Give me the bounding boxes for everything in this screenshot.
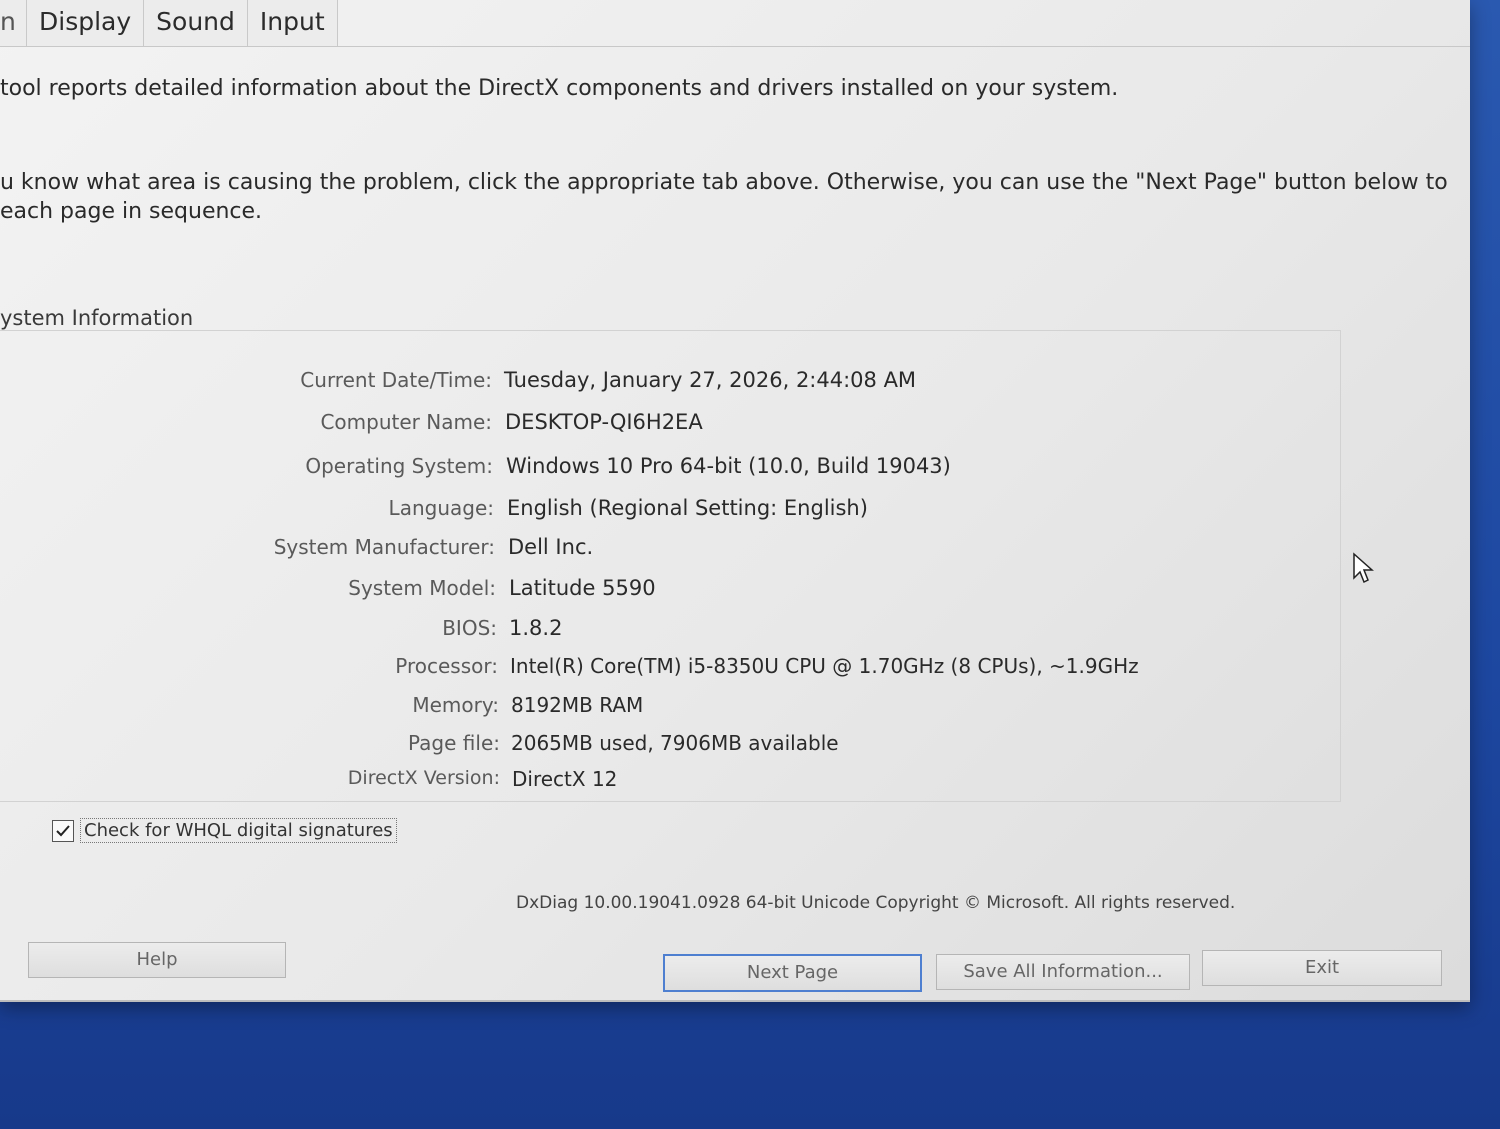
value-language: English (Regional Setting: English) — [507, 496, 868, 520]
whql-checkbox-row[interactable]: Check for WHQL digital signatures — [52, 818, 397, 843]
intro-text-line-1: tool reports detailed information about … — [0, 76, 1119, 101]
tab-divider — [0, 46, 1470, 47]
label-operating-system: Operating System: — [305, 454, 493, 478]
tab-sound[interactable]: Sound — [144, 0, 248, 46]
system-information-heading: ystem Information — [0, 306, 194, 330]
tab-bar: n Display Sound Input — [0, 0, 338, 46]
mouse-cursor-icon — [1353, 552, 1374, 584]
value-processor: Intel(R) Core(TM) i5-8350U CPU @ 1.70GHz… — [510, 654, 1139, 678]
value-operating-system: Windows 10 Pro 64-bit (10.0, Build 19043… — [506, 454, 951, 478]
value-computer-name: DESKTOP-QI6H2EA — [505, 410, 703, 434]
next-page-button[interactable]: Next Page — [663, 954, 922, 992]
dxdiag-window: n Display Sound Input tool reports detai… — [0, 0, 1470, 1002]
tab-system[interactable]: n — [0, 0, 27, 46]
value-system-model: Latitude 5590 — [509, 576, 656, 600]
label-bios: BIOS: — [442, 616, 497, 640]
label-system-manufacturer: System Manufacturer: — [273, 535, 495, 559]
whql-checkbox-label[interactable]: Check for WHQL digital signatures — [80, 818, 397, 843]
checkmark-icon — [56, 824, 70, 836]
tab-input[interactable]: Input — [247, 0, 338, 46]
value-directx-version: DirectX 12 — [512, 767, 618, 791]
whql-checkbox[interactable] — [52, 819, 74, 842]
label-processor: Processor: — [395, 654, 498, 678]
tab-display[interactable]: Display — [27, 0, 145, 46]
value-system-manufacturer: Dell Inc. — [508, 535, 594, 559]
label-current-date-time: Current Date/Time: — [300, 368, 492, 392]
value-page-file: 2065MB used, 7906MB available — [511, 731, 839, 755]
label-page-file: Page file: — [408, 731, 500, 755]
label-system-model: System Model: — [348, 576, 496, 600]
save-all-information-button[interactable]: Save All Information... — [936, 954, 1190, 990]
exit-button[interactable]: Exit — [1202, 950, 1442, 986]
value-memory: 8192MB RAM — [511, 693, 644, 717]
intro-text-line-2: u know what area is causing the problem,… — [0, 170, 1448, 195]
copyright-text: DxDiag 10.00.19041.0928 64-bit Unicode C… — [516, 893, 1236, 913]
help-button[interactable]: Help — [28, 942, 286, 978]
label-directx-version: DirectX Version: — [347, 767, 500, 789]
label-memory: Memory: — [412, 693, 499, 717]
value-bios: 1.8.2 — [509, 616, 563, 640]
label-language: Language: — [388, 496, 494, 520]
label-computer-name: Computer Name: — [320, 410, 492, 434]
intro-text-line-3: each page in sequence. — [0, 199, 263, 224]
value-current-date-time: Tuesday, January 27, 2026, 2:44:08 AM — [504, 368, 917, 392]
